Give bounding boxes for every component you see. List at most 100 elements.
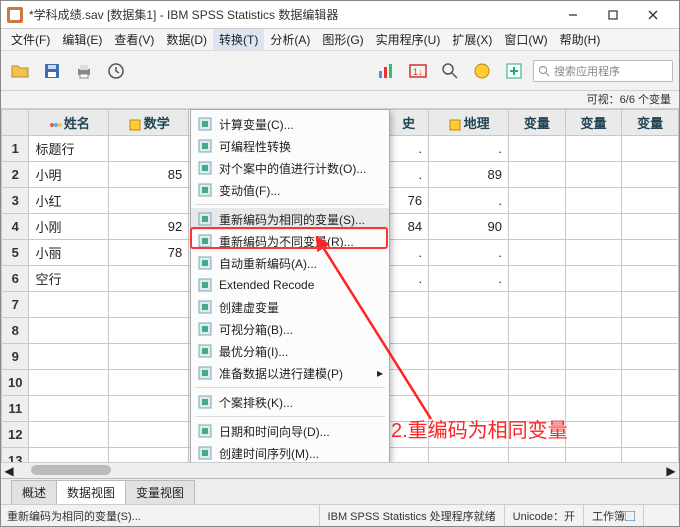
cell[interactable]	[109, 318, 189, 344]
cell[interactable]	[29, 422, 109, 448]
cell[interactable]: .	[429, 188, 509, 214]
scroll-thumb[interactable]	[31, 465, 111, 475]
cell[interactable]	[565, 344, 622, 370]
cell[interactable]: 小明	[29, 162, 109, 188]
add-icon[interactable]	[501, 58, 527, 84]
cell[interactable]	[622, 136, 679, 162]
menu-file[interactable]: 文件(F)	[5, 29, 56, 50]
cell[interactable]: 空行	[29, 266, 109, 292]
cell[interactable]	[622, 318, 679, 344]
cell[interactable]	[622, 370, 679, 396]
cell[interactable]	[109, 448, 189, 463]
tab-overview[interactable]: 概述	[11, 480, 57, 504]
cell[interactable]	[509, 188, 566, 214]
cell[interactable]	[109, 370, 189, 396]
chart-icon[interactable]	[373, 58, 399, 84]
cell[interactable]	[109, 188, 189, 214]
cell[interactable]	[389, 292, 429, 318]
tab-variable-view[interactable]: 变量视图	[125, 480, 195, 504]
cell[interactable]	[429, 344, 509, 370]
cell[interactable]	[622, 266, 679, 292]
cell[interactable]	[565, 396, 622, 422]
cell[interactable]	[622, 422, 679, 448]
cell[interactable]	[29, 344, 109, 370]
cell[interactable]	[565, 292, 622, 318]
menu-item[interactable]: Extended Recode	[191, 274, 389, 296]
cell[interactable]: 76	[389, 188, 429, 214]
menu-item[interactable]: 个案排秩(K)...	[191, 391, 389, 413]
menu-item[interactable]: 重新编码为相同的变量(S)...	[191, 208, 389, 230]
menu-graph[interactable]: 图形(G)	[316, 29, 369, 50]
cell[interactable]	[509, 214, 566, 240]
close-button[interactable]	[633, 3, 673, 27]
cell[interactable]	[509, 292, 566, 318]
scroll-left-icon[interactable]: ◀	[1, 463, 17, 479]
menu-item[interactable]: 变动值(F)...	[191, 179, 389, 201]
menu-window[interactable]: 窗口(W)	[498, 29, 553, 50]
menu-data[interactable]: 数据(D)	[160, 29, 213, 50]
menu-view[interactable]: 查看(V)	[108, 29, 160, 50]
search-input[interactable]: 搜索应用程序	[533, 60, 673, 82]
print-icon[interactable]	[71, 58, 97, 84]
cell[interactable]	[565, 370, 622, 396]
cell[interactable]	[29, 318, 109, 344]
cell[interactable]	[509, 240, 566, 266]
col-math[interactable]: 数学	[109, 110, 189, 136]
col-var3[interactable]: 变量	[622, 110, 679, 136]
cell[interactable]: 78	[109, 240, 189, 266]
cell[interactable]	[565, 136, 622, 162]
cell[interactable]	[622, 214, 679, 240]
col-name[interactable]: 姓名	[29, 110, 109, 136]
cell[interactable]	[389, 318, 429, 344]
menu-extend[interactable]: 扩展(X)	[446, 29, 498, 50]
menu-item[interactable]: 创建时间序列(M)...	[191, 442, 389, 462]
cell[interactable]: 90	[429, 214, 509, 240]
cell[interactable]: 89	[429, 162, 509, 188]
menu-item[interactable]: 创建虚变量	[191, 296, 389, 318]
cell[interactable]	[509, 448, 566, 463]
cell[interactable]: .	[429, 266, 509, 292]
menu-transform[interactable]: 转换(T)	[213, 29, 264, 50]
menu-help[interactable]: 帮助(H)	[554, 29, 607, 50]
weight-icon[interactable]	[469, 58, 495, 84]
col-var2[interactable]: 变量	[565, 110, 622, 136]
cell[interactable]	[565, 422, 622, 448]
cell[interactable]: 小红	[29, 188, 109, 214]
cell[interactable]: 小刚	[29, 214, 109, 240]
menu-item[interactable]: 准备数据以进行建模(P)▸	[191, 362, 389, 384]
scroll-right-icon[interactable]: ▶	[663, 463, 679, 479]
cell[interactable]	[109, 136, 189, 162]
cell[interactable]	[622, 188, 679, 214]
cell[interactable]: 标题行	[29, 136, 109, 162]
cell[interactable]: .	[429, 136, 509, 162]
cell[interactable]: .	[389, 162, 429, 188]
cell[interactable]	[565, 240, 622, 266]
cell[interactable]	[29, 448, 109, 463]
menu-item[interactable]: 自动重新编码(A)...	[191, 252, 389, 274]
cell[interactable]	[29, 370, 109, 396]
menu-item[interactable]: 日期和时间向导(D)...	[191, 420, 389, 442]
menu-edit[interactable]: 编辑(E)	[56, 29, 108, 50]
cell[interactable]	[429, 448, 509, 463]
cell[interactable]	[565, 448, 622, 463]
cell[interactable]	[565, 318, 622, 344]
menu-item[interactable]: 计算变量(C)...	[191, 113, 389, 135]
cell[interactable]	[509, 370, 566, 396]
cell[interactable]	[565, 188, 622, 214]
col-hist[interactable]: 史	[389, 110, 429, 136]
menu-utilities[interactable]: 实用程序(U)	[370, 29, 447, 50]
cell[interactable]	[565, 266, 622, 292]
col-var1[interactable]: 变量	[509, 110, 566, 136]
cell[interactable]	[509, 318, 566, 344]
save-icon[interactable]	[39, 58, 65, 84]
cell[interactable]	[509, 266, 566, 292]
cell[interactable]	[389, 448, 429, 463]
cell[interactable]: .	[389, 266, 429, 292]
cell[interactable]	[565, 214, 622, 240]
cell[interactable]	[509, 162, 566, 188]
cell[interactable]	[622, 448, 679, 463]
cell[interactable]	[389, 344, 429, 370]
cell[interactable]	[29, 396, 109, 422]
hscrollbar[interactable]: ◀ ▶	[1, 462, 679, 478]
cell[interactable]	[109, 344, 189, 370]
